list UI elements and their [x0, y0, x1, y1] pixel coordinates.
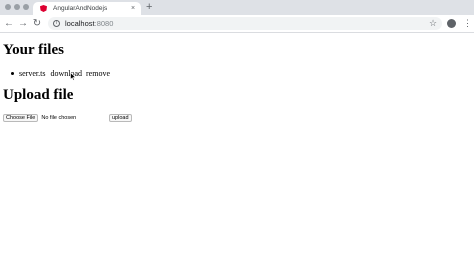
close-window-icon[interactable]: [5, 4, 11, 10]
browser-toolbar: ← → ↻ i localhost:8080 ☆ ⋮: [0, 15, 474, 33]
list-item: server.ts download remove: [11, 69, 114, 78]
url-host: localhost: [65, 19, 95, 28]
bullet-icon: [11, 72, 14, 75]
download-link[interactable]: download: [50, 69, 82, 78]
tab-title: AngularAndNodejs: [53, 5, 108, 12]
tab-close-icon[interactable]: ×: [129, 5, 137, 12]
upload-heading: Upload file: [3, 87, 74, 103]
url-text: localhost:8080: [65, 19, 113, 28]
file-list: server.ts download remove: [11, 69, 114, 78]
browser-menu-icon[interactable]: ⋮: [463, 17, 472, 30]
file-input[interactable]: Choose File No file chosen: [3, 114, 76, 122]
page-content: Your files server.ts download remove Upl…: [0, 34, 474, 279]
browser-tabstrip: AngularAndNodejs × +: [0, 0, 474, 15]
upload-button[interactable]: upload: [109, 114, 132, 122]
new-tab-icon[interactable]: +: [146, 1, 152, 14]
bookmark-star-icon[interactable]: ☆: [429, 16, 437, 30]
browser-tab[interactable]: AngularAndNodejs ×: [33, 2, 141, 15]
reload-icon[interactable]: ↻: [31, 17, 43, 30]
url-port: :8080: [94, 19, 114, 28]
no-file-chosen-text: No file chosen: [41, 115, 77, 121]
angular-logo-icon: [40, 5, 47, 12]
file-name: server.ts: [19, 69, 46, 78]
back-icon[interactable]: ←: [3, 17, 15, 30]
choose-file-button[interactable]: Choose File: [3, 114, 39, 122]
files-heading: Your files: [3, 42, 64, 58]
forward-icon[interactable]: →: [17, 17, 29, 30]
minimize-window-icon[interactable]: [14, 4, 20, 10]
address-bar[interactable]: i localhost:8080: [48, 17, 442, 30]
site-info-icon[interactable]: i: [53, 20, 60, 27]
remove-link[interactable]: remove: [86, 69, 110, 78]
mouse-cursor-icon: [70, 72, 76, 81]
maximize-window-icon[interactable]: [23, 4, 29, 10]
profile-avatar-icon[interactable]: [447, 19, 456, 28]
